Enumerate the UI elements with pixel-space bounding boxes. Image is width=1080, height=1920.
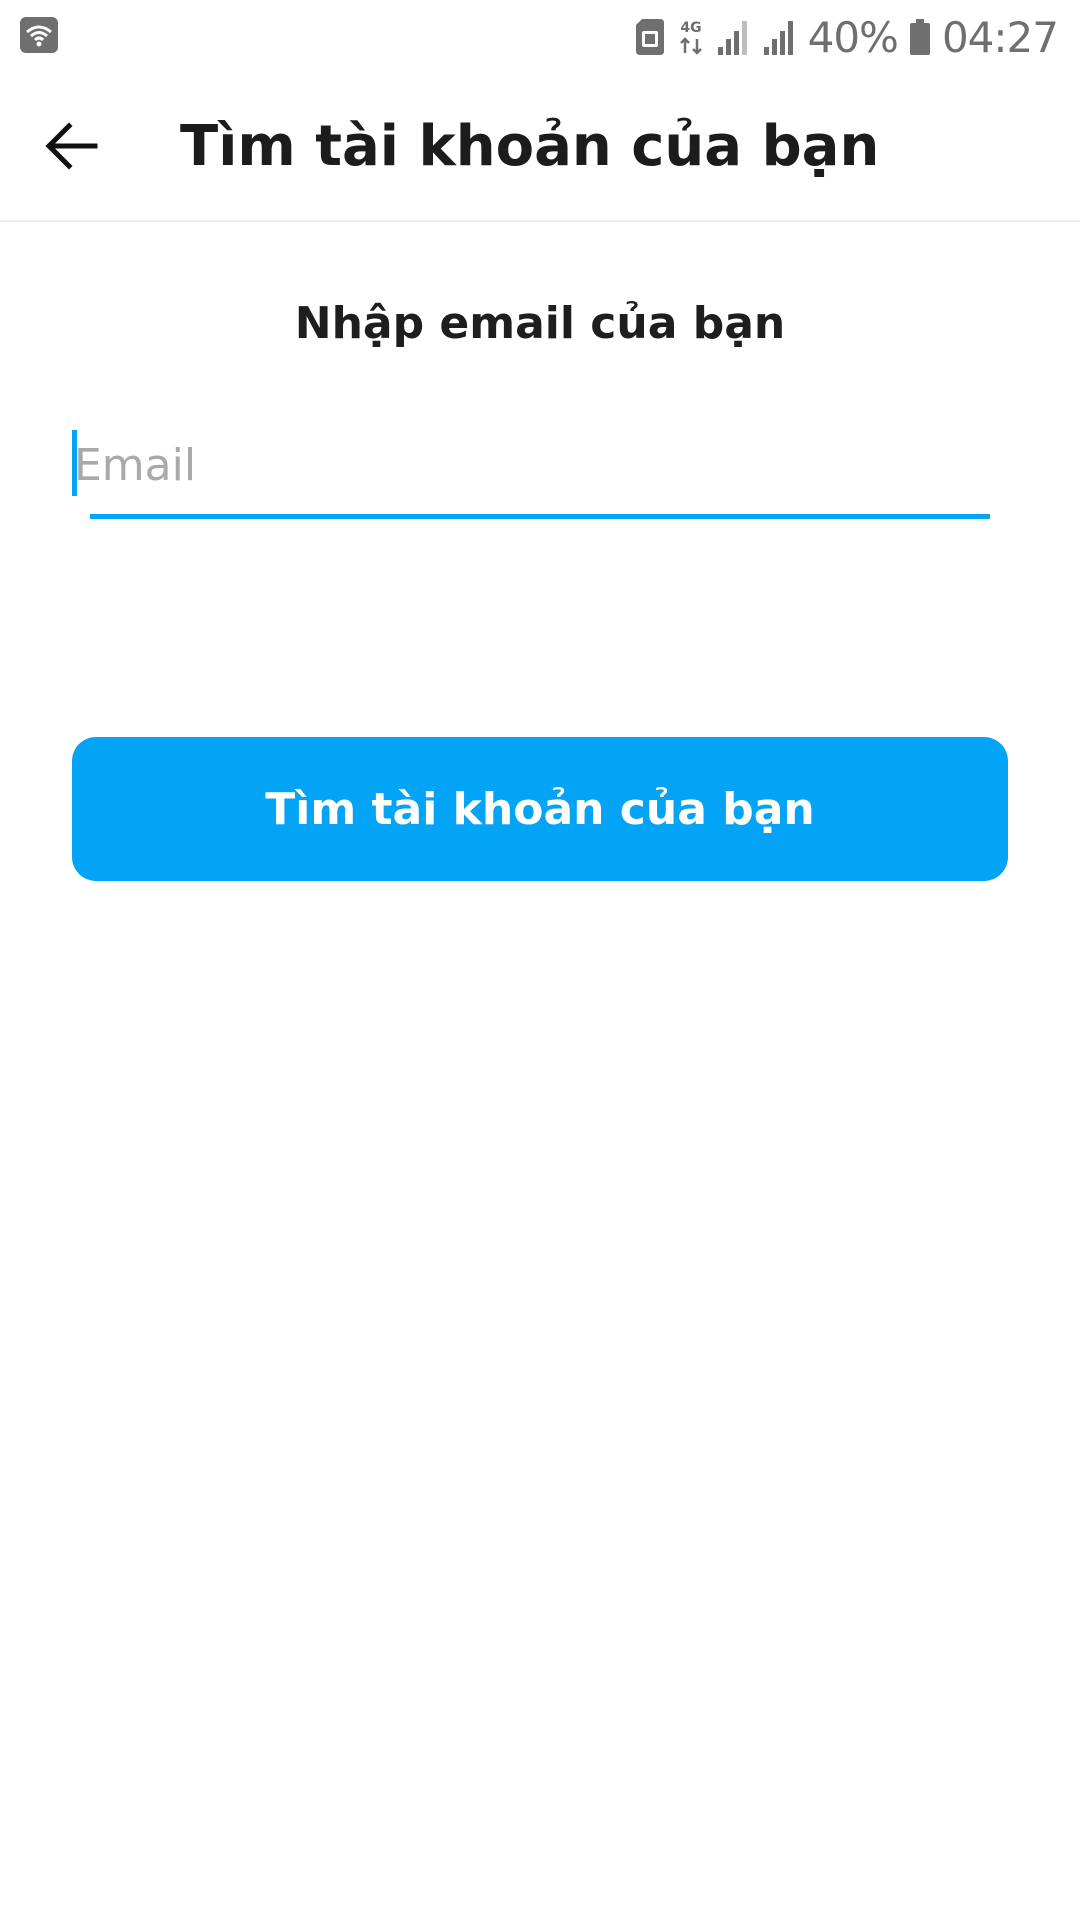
network-type-text: 4G	[680, 20, 701, 36]
status-time: 04:27	[941, 12, 1059, 62]
wifi-icon	[20, 16, 58, 58]
network-4g-icon: 4G	[676, 17, 706, 57]
arrow-left-icon	[45, 121, 99, 175]
screen: 4G 40% 04:27 Tìm tài khoản của bạn Nhập …	[0, 0, 1080, 1920]
signal-icon	[716, 17, 752, 57]
status-bar: 4G 40% 04:27	[0, 0, 1080, 74]
email-underline	[90, 514, 990, 519]
signal-icon	[762, 17, 798, 57]
sim-card-icon	[632, 17, 666, 57]
battery-percent: 40%	[807, 12, 899, 62]
battery-icon	[908, 17, 932, 57]
find-account-button-label: Tìm tài khoản của bạn	[265, 783, 815, 835]
page-title: Tìm tài khoản của bạn	[180, 114, 880, 179]
app-bar: Tìm tài khoản của bạn	[0, 74, 1080, 222]
status-right: 4G 40% 04:27	[632, 12, 1059, 62]
back-button[interactable]	[30, 106, 114, 190]
find-account-button[interactable]: Tìm tài khoản của bạn	[72, 737, 1008, 881]
email-input[interactable]	[72, 428, 992, 502]
status-left	[20, 16, 58, 58]
text-cursor	[72, 430, 77, 496]
email-field	[72, 428, 992, 520]
email-prompt: Nhập email của bạn	[294, 298, 786, 349]
